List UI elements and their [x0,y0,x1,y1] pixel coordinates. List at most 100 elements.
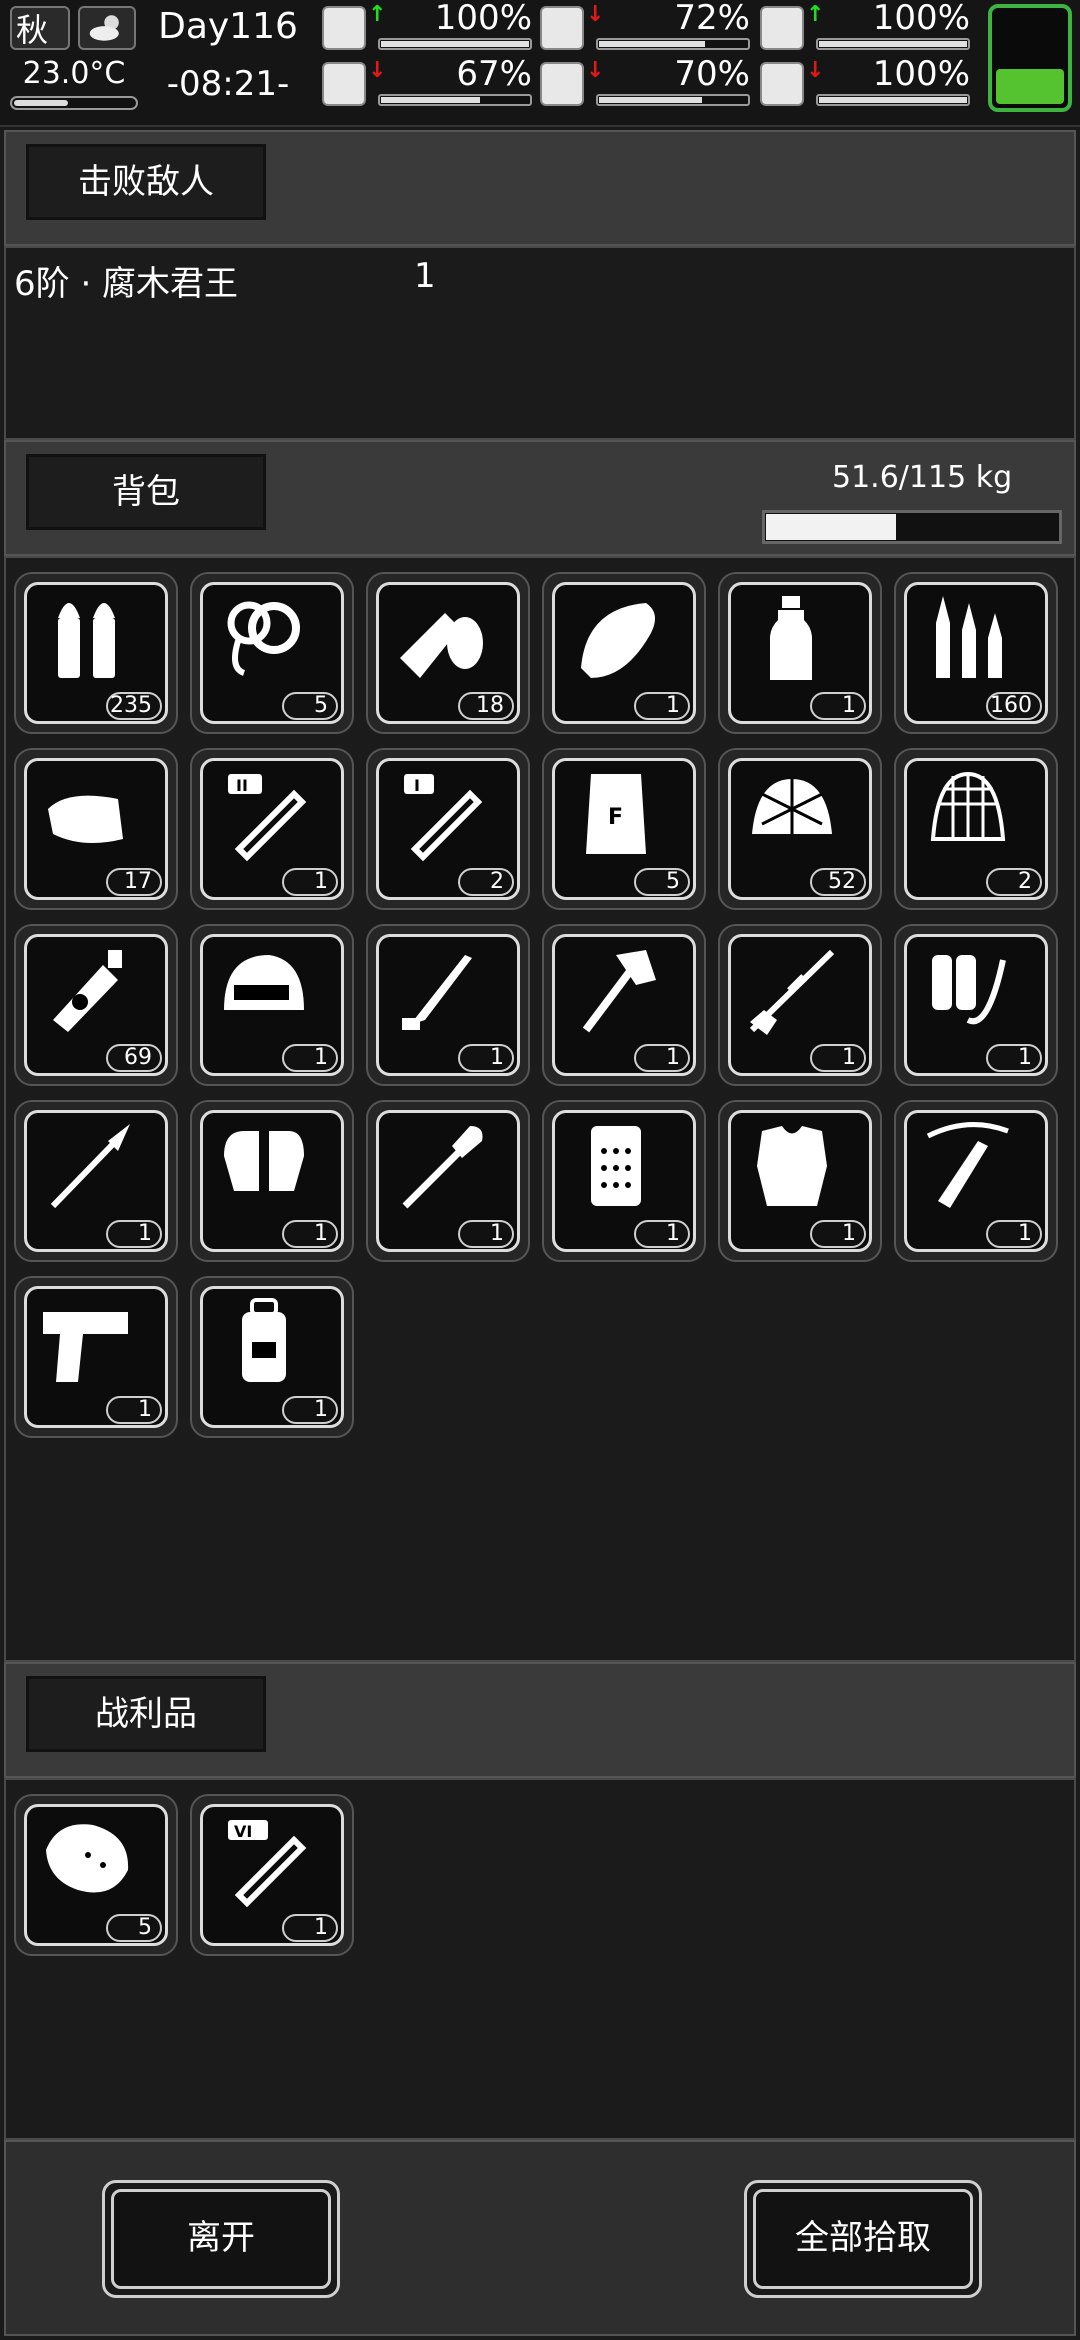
stat-bar-fill [599,97,702,103]
gloves-icon [224,1131,304,1191]
item-count: 69 [106,1044,162,1072]
inventory-slot[interactable]: 1 [542,572,706,734]
stat-percent: 72% [674,0,750,38]
inventory-slot[interactable]: 18 [366,572,530,734]
stat-percent: 67% [456,54,532,94]
item-count: 1 [106,1396,162,1424]
loot-header: 战利品 [4,1662,1076,1778]
test-tube-ii-icon: II [228,774,307,862]
battery-icon [988,4,1072,112]
item-count: 1 [986,1220,1042,1248]
item-count: 1 [282,868,338,896]
trend-arrow-icon: ↓ [368,58,387,83]
spear-icon [50,1124,130,1209]
inventory-slot[interactable]: 17 [14,748,178,910]
inventory-slot[interactable]: 1 [190,1100,354,1262]
svg-text:I: I [414,776,420,795]
defeated-header: 击败敌人 [4,130,1076,246]
backpack-grid: 235 5 18 1 1 160 17 II 1 I 2 F 5 52 2 69 1 1 1 1 1 1 1 1 1 1 1 1 1 [14,572,1058,1438]
test-tube-vi-icon: VI [228,1820,307,1908]
inventory-slot[interactable]: F5 [542,748,706,910]
inventory-slot[interactable]: 2 [894,748,1058,910]
inventory-slot[interactable]: 235 [14,572,178,734]
svg-text:II: II [236,776,248,795]
stat-thirst: ↓ 70% [540,54,750,110]
stat-bar [378,94,532,106]
inventory-slot[interactable]: 1 [366,924,530,1086]
net-helmet-icon [752,779,832,834]
crossbow-icon [926,1122,1009,1208]
bandage-icon [400,613,483,678]
enemy-count: 1 [414,256,436,296]
inventory-slot[interactable]: 1 [718,1100,882,1262]
leave-button[interactable]: 离开 [102,2180,340,2298]
item-count: 2 [986,868,1042,896]
stat-bar [378,38,532,50]
item-count: 1 [282,1220,338,1248]
flour-bag-icon: F [586,774,646,854]
rifle-bullets-icon [936,596,1002,678]
item-count: 2 [458,868,514,896]
defeated-panel: 6阶 · 腐木君王 1 [4,246,1076,440]
heart-icon [760,62,804,106]
stat-percent: 100% [872,0,970,38]
machete-icon [402,955,472,1030]
trend-arrow-icon: ↓ [806,58,825,83]
inventory-slot[interactable]: 160 [894,572,1058,734]
status-bar: 秋 23.0°C Day116 -08:21- ↑ 100% ↓ 72% ↑ 1… [0,0,1080,127]
clock-time: -08:21- [166,64,290,104]
stat-health: ↑ 100% [322,0,532,54]
inventory-slot[interactable]: VI 1 [190,1794,354,1956]
item-count: 1 [810,1044,866,1072]
item-count: 160 [986,692,1042,720]
action-bar: 离开 全部拾取 [4,2140,1076,2336]
inventory-slot[interactable]: I2 [366,748,530,910]
inventory-slot[interactable]: 1 [366,1100,530,1262]
stat-bar-fill [819,97,967,103]
handgun-icon [43,1312,128,1382]
inventory-slot[interactable]: 1 [894,924,1058,1086]
trend-arrow-icon: ↓ [586,2,605,27]
inventory-slot[interactable]: 1 [14,1276,178,1438]
stomach-icon [540,6,584,50]
item-count: 5 [634,868,690,896]
stat-medicine: ↑ 100% [760,0,970,54]
inventory-slot[interactable]: 52 [718,748,882,910]
leg-icon [322,62,366,106]
radiation-spray-icon [53,950,122,1032]
temperature-fill [14,100,68,106]
inventory-slot[interactable]: 1 [542,924,706,1086]
pick-all-button[interactable]: 全部拾取 [744,2180,982,2298]
stat-bar-fill [381,97,480,103]
item-count: 52 [810,868,866,896]
bread-icon [581,603,655,678]
inventory-slot[interactable]: 1 [14,1100,178,1262]
pick-all-button-label: 全部拾取 [753,2189,973,2289]
svg-text:F: F [608,805,623,830]
axe-icon [582,950,656,1033]
inventory-slot[interactable]: 1 [718,924,882,1086]
cloth-icon [48,795,123,843]
stat-bar-fill [599,41,705,47]
stat-percent: 100% [872,54,970,94]
temperature-value: 23.0°C [22,56,126,91]
trap-net-icon [930,771,1006,841]
item-count: 1 [810,692,866,720]
inventory-slot[interactable]: II 1 [190,748,354,910]
inventory-slot[interactable]: 5 [14,1794,178,1956]
inventory-slot[interactable]: 1 [894,1100,1058,1262]
backpack-title: 背包 [26,454,266,530]
item-count: 1 [282,1396,338,1424]
test-tube-i-icon: I [404,774,483,862]
inventory-slot[interactable]: 1 [718,572,882,734]
inventory-slot[interactable]: 1 [190,924,354,1086]
rifle-icon [749,949,835,1035]
weather-icon [78,6,136,50]
leave-button-label: 离开 [111,2189,331,2289]
flamethrower-icon [932,955,1006,1025]
inventory-slot[interactable]: 1 [190,1276,354,1438]
inventory-slot[interactable]: 5 [190,572,354,734]
item-count: 1 [810,1220,866,1248]
inventory-slot[interactable]: 1 [542,1100,706,1262]
inventory-slot[interactable]: 69 [14,924,178,1086]
